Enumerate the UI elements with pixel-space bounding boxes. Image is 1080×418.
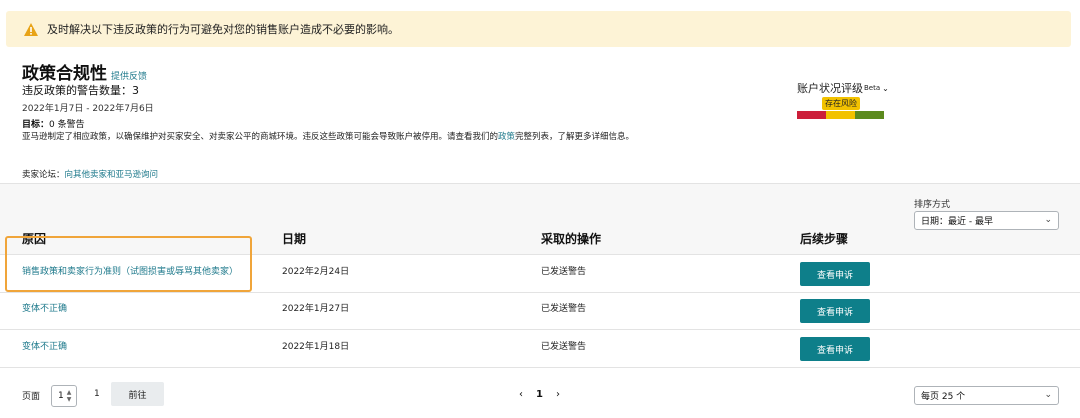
chevron-down-icon: ⌄ xyxy=(1044,215,1052,225)
divider xyxy=(0,329,1080,330)
page-input-value: 1 xyxy=(58,391,64,401)
sort-select[interactable]: 日期：最近 - 最早 ⌄ xyxy=(914,211,1059,230)
total-pages: 1 xyxy=(94,389,100,399)
page-number-input[interactable]: 1 ▲ ▼ xyxy=(51,385,77,407)
forum-link[interactable]: 向其他卖家和亚马逊询问 xyxy=(65,170,159,180)
current-page[interactable]: 1 xyxy=(536,389,543,400)
date-range: 2022年1月7日 - 2022年7月6日 xyxy=(22,104,154,114)
feedback-link[interactable]: 提供反馈 xyxy=(111,69,147,82)
divider xyxy=(0,367,1080,368)
row-action: 已发送警告 xyxy=(541,267,587,277)
row-action: 已发送警告 xyxy=(541,342,587,352)
reason-link[interactable]: 销售政策和卖家行为准则（试图损害或辱骂其他卖家） xyxy=(22,264,238,277)
description-text-before: 亚马逊制定了相应政策，以确保维护对买家安全、对卖家公平的商城环境。违反这些政策可… xyxy=(22,132,499,142)
divider xyxy=(0,254,1080,255)
row-date: 2022年1月27日 xyxy=(282,304,350,314)
target-value: 0 条警告 xyxy=(49,120,85,130)
chevron-down-icon: ⌄ xyxy=(882,83,889,93)
target: 目标：0 条警告 xyxy=(22,117,85,130)
chevron-left-icon[interactable]: ‹ xyxy=(519,389,523,400)
sort-label: 排序方式 xyxy=(914,200,951,210)
divider xyxy=(0,292,1080,293)
stepper-icon[interactable]: ▲ ▼ xyxy=(65,389,73,403)
view-appeal-button[interactable]: 查看申诉 xyxy=(800,299,870,323)
rating-segment-red xyxy=(797,111,826,119)
chevron-right-icon[interactable]: › xyxy=(556,389,560,400)
row-date: 2022年1月18日 xyxy=(282,342,350,352)
per-page-select[interactable]: 每页 25 个 ⌄ xyxy=(914,386,1059,405)
rating-bar xyxy=(797,111,884,119)
reason-link[interactable]: 变体不正确 xyxy=(22,301,67,314)
goto-button[interactable]: 前往 xyxy=(111,382,164,406)
rating-segment-yellow xyxy=(826,111,855,119)
column-header-date: 日期 xyxy=(282,232,307,246)
at-risk-badge: 存在风险 xyxy=(822,97,860,110)
chevron-down-icon: ⌄ xyxy=(1044,390,1052,400)
seller-forum: 卖家论坛：向其他卖家和亚马逊询问 xyxy=(22,168,158,180)
violation-count: 违反政策的警告数量：3 xyxy=(22,84,139,97)
page-title: 政策合规性 xyxy=(22,64,107,84)
title-row: 政策合规性 提供反馈 xyxy=(22,59,147,84)
warning-icon xyxy=(24,22,38,36)
account-health-rating: 账户状况评级 Beta ⌄ 存在风险 xyxy=(797,80,889,119)
account-rating-label: 账户状况评级 xyxy=(797,82,863,95)
banner-text: 及时解决以下违反政策的行为可避免对您的销售账户造成不必要的影响。 xyxy=(47,23,399,36)
forum-label: 卖家论坛： xyxy=(22,170,65,180)
policy-link[interactable]: 政策 xyxy=(498,132,515,142)
beta-label: Beta xyxy=(864,84,881,92)
rating-segment-green xyxy=(855,111,884,119)
page-label: 页面 xyxy=(22,392,41,402)
column-header-action: 采取的操作 xyxy=(541,232,602,246)
target-label: 目标： xyxy=(22,120,50,130)
column-header-next-steps: 后续步骤 xyxy=(800,232,849,246)
description-text-after: 完整列表，了解更多详细信息。 xyxy=(515,132,635,142)
pager: ‹ 1 › xyxy=(519,389,560,400)
reason-link[interactable]: 变体不正确 xyxy=(22,339,67,352)
account-rating-dropdown[interactable]: 账户状况评级 Beta ⌄ xyxy=(797,80,889,96)
sort-value: 日期：最近 - 最早 xyxy=(921,217,993,227)
view-appeal-button[interactable]: 查看申诉 xyxy=(800,337,870,361)
row-action: 已发送警告 xyxy=(541,304,587,314)
row-date: 2022年2月24日 xyxy=(282,267,350,277)
per-page-value: 每页 25 个 xyxy=(921,392,966,402)
warning-banner: 及时解决以下违反政策的行为可避免对您的销售账户造成不必要的影响。 xyxy=(6,11,1071,47)
view-appeal-button[interactable]: 查看申诉 xyxy=(800,262,870,286)
column-header-reason: 原因 xyxy=(22,232,47,246)
policy-description: 亚马逊制定了相应政策，以确保维护对买家安全、对卖家公平的商城环境。违反这些政策可… xyxy=(22,131,642,144)
